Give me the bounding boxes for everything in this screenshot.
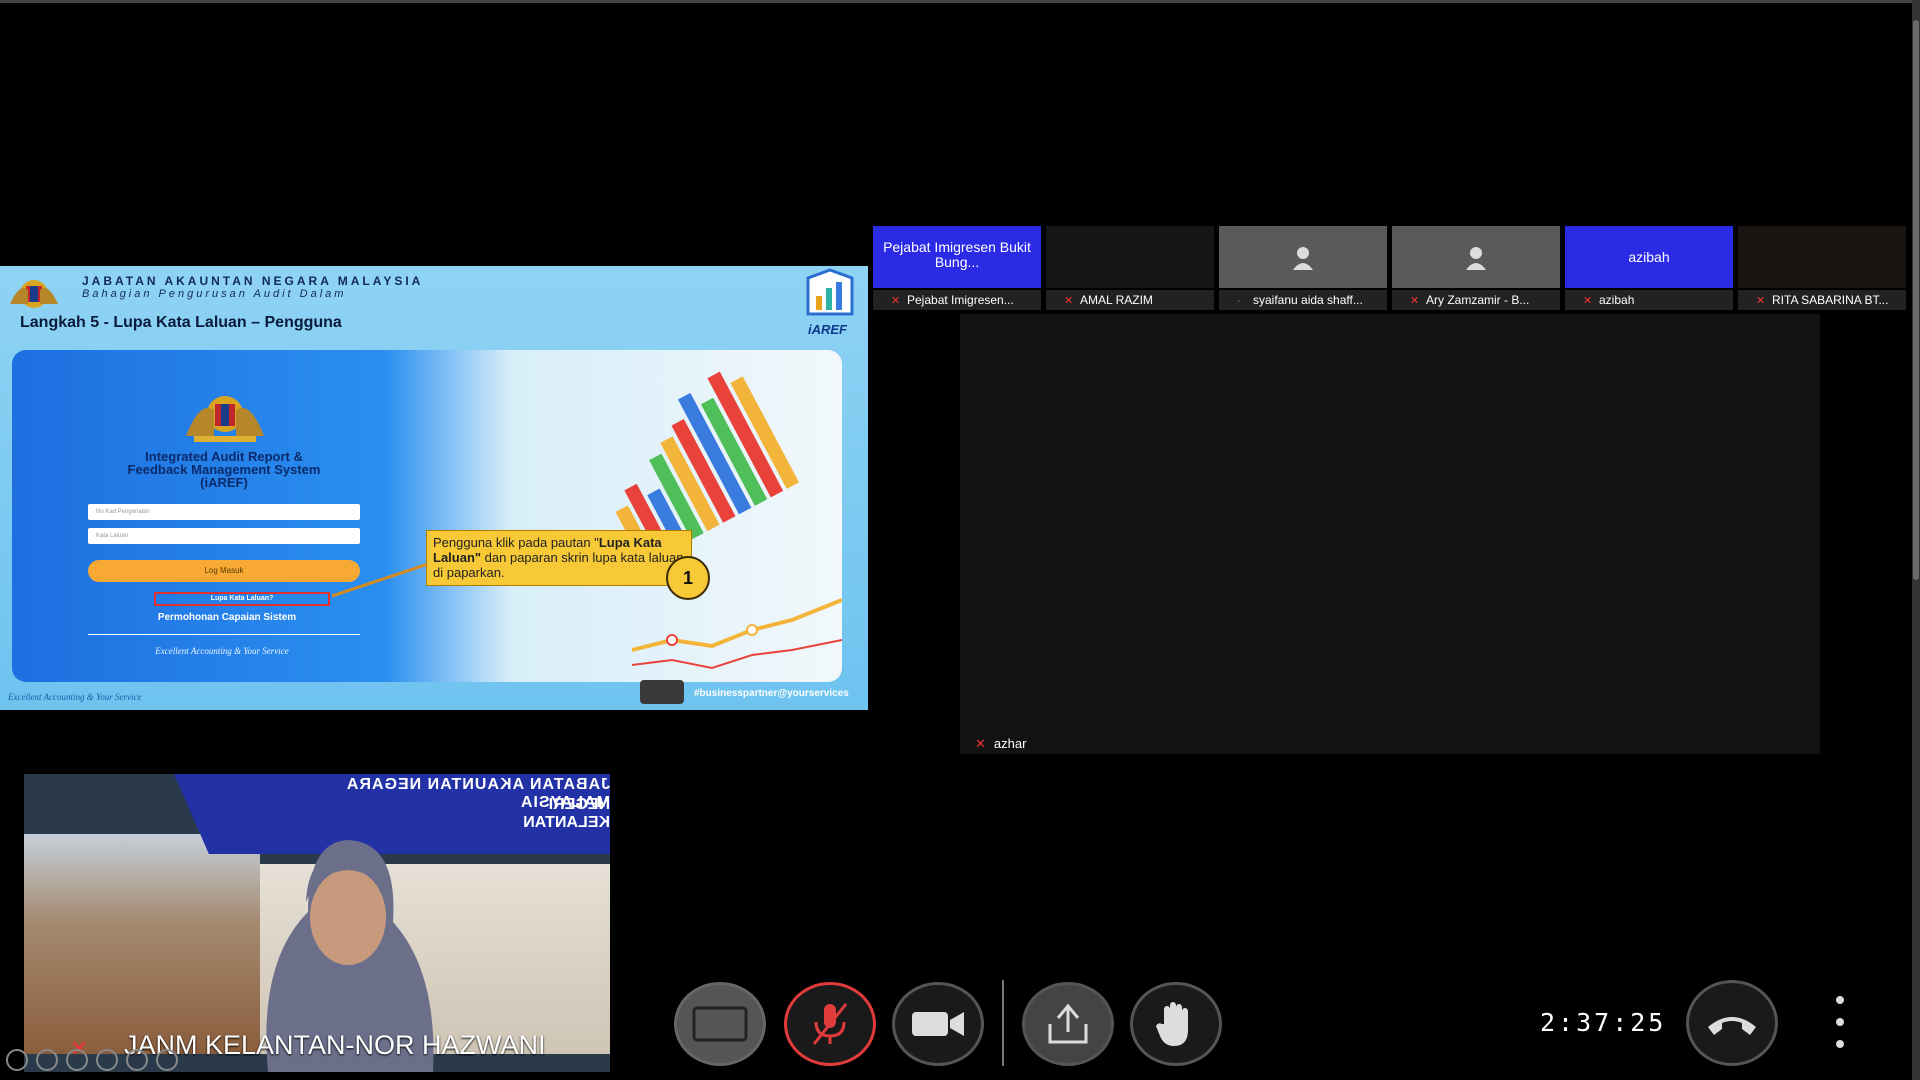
participant-thumbnail — [1219, 226, 1387, 288]
participant-name: RITA SABARINA BT... — [1772, 293, 1889, 307]
more-vertical-icon — [1836, 996, 1844, 1004]
window-top-bar — [0, 0, 1920, 3]
mic-muted-icon: ✕ — [1756, 295, 1766, 307]
main-speaker-name-bar: ✕ azhar — [975, 736, 1026, 752]
raise-hand-button[interactable] — [1130, 982, 1222, 1066]
microphone-button[interactable] — [784, 982, 876, 1066]
mic-muted-icon: ✕ — [975, 736, 986, 751]
main-video-area[interactable] — [960, 314, 1820, 754]
logo-text: iAREF — [808, 322, 847, 337]
participant-name-bar: ✕ Pejabat Imigresen... — [873, 290, 1041, 310]
footer-motto: Excellent Accounting & Your Service — [8, 692, 142, 702]
mic-muted-icon: ✕ — [891, 295, 901, 307]
layout-button[interactable] — [674, 982, 766, 1066]
banner-text-line2: NEGERI KELANTAN — [523, 796, 610, 831]
password-field: Kata Laluan — [88, 528, 360, 544]
zoom-icon[interactable] — [126, 1049, 148, 1071]
shared-presentation: JABATAN AKAUNTAN NEGARA MALAYSIA Bahagia… — [0, 266, 868, 710]
participant-tile[interactable]: ✕ Ary Zamzamir - B... — [1392, 226, 1560, 310]
participant-name-bar: ✕ azibah — [1565, 290, 1733, 310]
mic-muted-icon: ✕ — [1410, 295, 1420, 307]
login-button: Log Masuk — [88, 560, 360, 582]
toolbar-divider — [1002, 980, 1004, 1066]
call-timer: 2:37:25 — [1540, 1008, 1667, 1037]
mic-muted-icon: ✕ — [1583, 295, 1593, 307]
system-name: Integrated Audit Report & Feedback Manag… — [102, 450, 346, 489]
id-number-field: No Kad Pengenalan — [88, 504, 360, 520]
person-icon — [1466, 247, 1486, 270]
more-vertical-icon — [1836, 1040, 1844, 1048]
person-icon — [1293, 247, 1313, 270]
participant-tile[interactable]: azibah ✕ azibah — [1565, 226, 1733, 310]
self-view-video[interactable]: JABATAN AKAUNTAN NEGARA MALAYSIA NEGERI … — [24, 774, 610, 1072]
layout-icon — [692, 1006, 748, 1042]
forgot-password-link: Lupa Kata Laluan? — [154, 592, 330, 606]
camera-icon — [912, 1012, 964, 1036]
more-vertical-icon — [1836, 1018, 1844, 1026]
mic-icon: · — [1237, 295, 1241, 307]
participant-tile[interactable]: Pejabat Imigresen Bukit Bung... ✕ Pejabat… — [873, 226, 1041, 310]
mic-muted-icon: ✕ — [1064, 295, 1074, 307]
mic-muted-icon — [812, 1003, 848, 1045]
participant-name: AMAL RAZIM — [1080, 293, 1153, 307]
participant-tile[interactable]: ✕ RITA SABARINA BT... — [1738, 226, 1906, 310]
coat-of-arms-icon — [186, 396, 264, 442]
building-background — [24, 834, 260, 1054]
share-screen-icon — [1048, 1003, 1088, 1044]
more-options-button[interactable] — [1830, 996, 1850, 1052]
participant-tile-label: Pejabat Imigresen Bukit Bung... — [883, 239, 1031, 270]
participant-name: Pejabat Imigresen... — [907, 293, 1014, 307]
participant-name-bar: · syaifanu aida shaff... — [1219, 290, 1387, 310]
system-name-line3: (iAREF) — [200, 475, 248, 490]
raise-hand-icon — [1156, 1002, 1188, 1046]
org-division: Bahagian Pengurusan Audit Dalam — [82, 288, 347, 300]
participant-thumbnail: azibah — [1565, 226, 1733, 288]
participant-thumbnail — [1738, 226, 1906, 288]
slide-navigation-controls — [6, 1048, 216, 1072]
more-horizontal-icon[interactable] — [156, 1049, 178, 1071]
participant-thumbnail — [1392, 226, 1560, 288]
slides-icon[interactable] — [96, 1049, 118, 1071]
hang-up-button[interactable] — [1686, 980, 1778, 1066]
participant-name-bar: ✕ AMAL RAZIM — [1046, 290, 1214, 310]
participant-tile[interactable]: ✕ AMAL RAZIM — [1046, 226, 1214, 310]
step-badge: 1 — [666, 556, 710, 600]
org-name: JABATAN AKAUNTAN NEGARA MALAYSIA — [82, 274, 424, 288]
share-screen-button[interactable] — [1022, 982, 1114, 1066]
participant-tile[interactable]: · syaifanu aida shaff... — [1219, 226, 1387, 310]
instruction-callout: Pengguna klik pada pautan "Lupa Kata Lal… — [426, 530, 692, 586]
slide-title: Langkah 5 - Lupa Kata Laluan – Pengguna — [20, 314, 342, 331]
line-graph-illustration — [632, 598, 842, 670]
access-request-link: Permohonan Capaian Sistem — [157, 612, 297, 623]
scrollbar-thumb[interactable] — [1913, 20, 1919, 580]
card-motto: Excellent Accounting & Your Service — [155, 646, 289, 656]
participant-name: Ary Zamzamir - B... — [1426, 293, 1530, 307]
next-slide-icon[interactable] — [36, 1049, 58, 1071]
participant-thumbnail — [1046, 226, 1214, 288]
previous-slide-icon[interactable] — [6, 1049, 28, 1071]
participant-name: azibah — [1599, 293, 1635, 307]
camera-button[interactable] — [892, 982, 984, 1066]
participant-tile-label: azibah — [1628, 249, 1670, 265]
main-speaker-name: azhar — [993, 736, 1027, 751]
participant-name: syaifanu aida shaff... — [1253, 293, 1363, 307]
hashtag: #businesspartner@yourservices — [694, 688, 849, 699]
participant-thumbnail: Pejabat Imigresen Bukit Bung... — [873, 226, 1041, 288]
divider — [88, 634, 360, 635]
participant-name-bar: ✕ RITA SABARINA BT... — [1738, 290, 1906, 310]
hang-up-icon — [1708, 1017, 1756, 1035]
callout-text: Pengguna klik pada pautan " — [433, 535, 599, 550]
coat-of-arms-icon — [10, 280, 58, 308]
presenter-thumbnail — [640, 680, 684, 704]
participant-name-bar: ✕ Ary Zamzamir - B... — [1392, 290, 1560, 310]
login-mockup: Integrated Audit Report & Feedback Manag… — [12, 350, 842, 682]
pen-icon[interactable] — [66, 1049, 88, 1071]
